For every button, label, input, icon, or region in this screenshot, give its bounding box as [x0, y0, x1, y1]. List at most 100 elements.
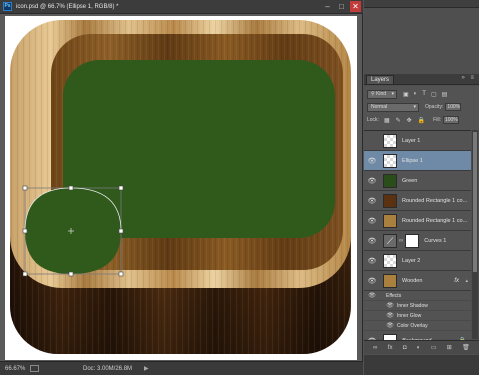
effect-row-inner-shadow[interactable]: 👁 Inner Shadow [364, 301, 471, 311]
tab-layers[interactable]: Layers [366, 75, 395, 84]
handle-bottom[interactable] [68, 271, 74, 277]
fill-field[interactable]: 100% [442, 116, 459, 124]
layers-scrollbar[interactable] [472, 130, 478, 339]
eye-icon[interactable]: 👁 [367, 257, 377, 265]
effects-group[interactable]: 👁 Effects [364, 291, 471, 301]
handle-bottom-left[interactable] [22, 271, 28, 277]
layer-name[interactable]: Green [402, 178, 417, 184]
filter-kind-label: Kind [376, 90, 387, 97]
layer-row-ellipse-1[interactable]: 👁 Ellipse 1 [364, 151, 471, 171]
layer-name[interactable]: Layer 1 [402, 138, 420, 144]
smart-object-filter-icon[interactable]: ▤ [442, 91, 448, 98]
eye-icon[interactable]: 👁 [367, 292, 377, 299]
layer-thumbnail [383, 273, 397, 288]
layer-row-rounded-rectangle-copy-1[interactable]: 👁 Rounded Rectangle 1 co... [364, 191, 471, 211]
eye-icon[interactable]: 👁 [385, 322, 395, 329]
layer-thumbnail [383, 133, 397, 148]
doc-size: Doc: 3.00M/26.8M [83, 365, 133, 372]
effect-row-inner-glow[interactable]: 👁 Inner Glow [364, 311, 471, 321]
lock-position-icon[interactable]: ✥ [407, 117, 412, 124]
eye-icon[interactable]: 👁 [367, 177, 377, 185]
layer-row-layer-1[interactable]: ● Layer 1 [364, 131, 471, 151]
eye-icon[interactable]: 👁 [367, 277, 377, 285]
panel-menu-icon[interactable]: » ≡ [461, 75, 476, 81]
shape-filter-icon[interactable]: ▢ [431, 91, 437, 98]
effects-label: Effects [386, 292, 402, 299]
handle-top-left[interactable] [22, 185, 28, 191]
blend-mode-label: Normal [371, 103, 388, 110]
type-filter-icon[interactable]: T [422, 91, 426, 98]
lock-pixels-icon[interactable]: ✎ [396, 117, 401, 124]
maximize-button[interactable]: □ [336, 1, 347, 12]
chevron-up-icon[interactable]: ▴ [465, 278, 468, 284]
mask-icon[interactable]: ◘ [403, 345, 407, 351]
new-layer-icon[interactable]: ⊞ [447, 344, 452, 351]
eye-icon[interactable]: 👁 [367, 157, 377, 165]
fx-icon[interactable]: fx [454, 278, 459, 284]
layer-name[interactable]: Rounded Rectangle 1 co... [402, 218, 467, 224]
adjustment-icon[interactable]: ◐ [417, 345, 421, 351]
status-share-icon [30, 365, 39, 372]
scrollbar-thumb[interactable] [473, 132, 477, 272]
chevron-down-icon: ▾ [391, 90, 394, 97]
minimize-button[interactable]: – [322, 1, 333, 12]
opacity-field[interactable]: 100% [445, 103, 462, 111]
handle-left[interactable] [22, 228, 28, 234]
effect-row-color-overlay[interactable]: 👁 Color Overlay [364, 321, 471, 331]
layer-name[interactable]: Layer 2 [402, 258, 420, 264]
window-controls: – □ ✕ [322, 1, 361, 12]
blend-mode-select[interactable]: Normal ▾ [367, 102, 419, 112]
lock-transparency-icon[interactable]: ▦ [384, 117, 390, 124]
effect-name[interactable]: Inner Glow [397, 313, 421, 319]
status-menu-arrow-icon[interactable]: ▶ [144, 365, 149, 372]
blend-row: Normal ▾ Opacity: 100% [367, 102, 476, 112]
panel-bottom-area [364, 355, 479, 375]
panel-tabbar: Layers » ≡ [364, 74, 479, 85]
document-canvas[interactable] [5, 16, 357, 360]
layer-thumbnail [383, 173, 397, 188]
link-icon[interactable]: ∞ [373, 345, 377, 351]
layer-name[interactable]: Ellipse 1 [402, 158, 423, 164]
layer-row-rounded-rectangle-copy-2[interactable]: 👁 Rounded Rectangle 1 co... [364, 211, 471, 231]
layer-row-wooden[interactable]: 👁 Wooden fx ▴ [364, 271, 471, 291]
layer-name[interactable]: Curves 1 [424, 238, 446, 244]
fx-icon[interactable]: fx [388, 345, 393, 351]
handle-right[interactable] [118, 228, 124, 234]
eye-icon[interactable]: 👁 [367, 197, 377, 205]
layers-list: ● Layer 1 👁 Ellipse 1 👁 Green 👁 Rounded … [364, 130, 471, 351]
document-titlebar: Ps icon.psd @ 66.7% (Ellipse 1, RGB/8) *… [0, 0, 363, 14]
lock-icons: ▦ ✎ ✥ 🔒 [384, 117, 425, 124]
handle-top-right[interactable] [118, 185, 124, 191]
trash-icon[interactable]: 🗑 [462, 344, 470, 351]
effect-name[interactable]: Color Overlay [397, 323, 428, 329]
layers-toolbar: ⚲ Kind ▾ ▣ ◐ T ▢ ▤ Normal ▾ Opacity: 100% … [364, 86, 479, 130]
handle-bottom-right[interactable] [118, 271, 124, 277]
visibility-toggle-hidden-icon[interactable]: ● [367, 137, 377, 144]
layer-mask-thumbnail [405, 233, 420, 248]
panel-dock-strip [364, 0, 479, 8]
eye-icon[interactable]: 👁 [367, 217, 377, 225]
effect-name[interactable]: Inner Shadow [397, 303, 428, 309]
layer-name[interactable]: Rounded Rectangle 1 co... [402, 198, 467, 204]
layer-row-layer-2[interactable]: 👁 Layer 2 [364, 251, 471, 271]
close-button[interactable]: ✕ [350, 1, 361, 12]
photoshop-icon: Ps [3, 2, 12, 11]
layer-thumbnail [383, 253, 397, 268]
layer-row-curves-1[interactable]: 👁 ⟋ ∞ Curves 1 [364, 231, 471, 251]
document-window: Ps icon.psd @ 66.7% (Ellipse 1, RGB/8) *… [0, 0, 363, 375]
layer-name[interactable]: Wooden [402, 278, 422, 284]
filter-row: ⚲ Kind ▾ ▣ ◐ T ▢ ▤ [367, 89, 476, 99]
lock-all-icon[interactable]: 🔒 [418, 117, 425, 124]
filter-kind-select[interactable]: ⚲ Kind ▾ [367, 89, 397, 99]
adjustment-filter-icon[interactable]: ◐ [414, 91, 418, 98]
fill-label: Fill: [433, 117, 441, 123]
eye-icon[interactable]: 👁 [367, 237, 377, 245]
zoom-level[interactable]: 66.67% [5, 366, 27, 372]
pixel-filter-icon[interactable]: ▣ [403, 91, 409, 98]
eye-icon[interactable]: 👁 [385, 312, 395, 319]
eye-icon[interactable]: 👁 [385, 302, 395, 309]
layer-row-green[interactable]: 👁 Green [364, 171, 471, 191]
handle-top[interactable] [68, 185, 74, 191]
lock-row: Lock: ▦ ✎ ✥ 🔒 Fill: 100% [367, 115, 476, 125]
folder-icon[interactable]: ▭ [431, 344, 437, 351]
